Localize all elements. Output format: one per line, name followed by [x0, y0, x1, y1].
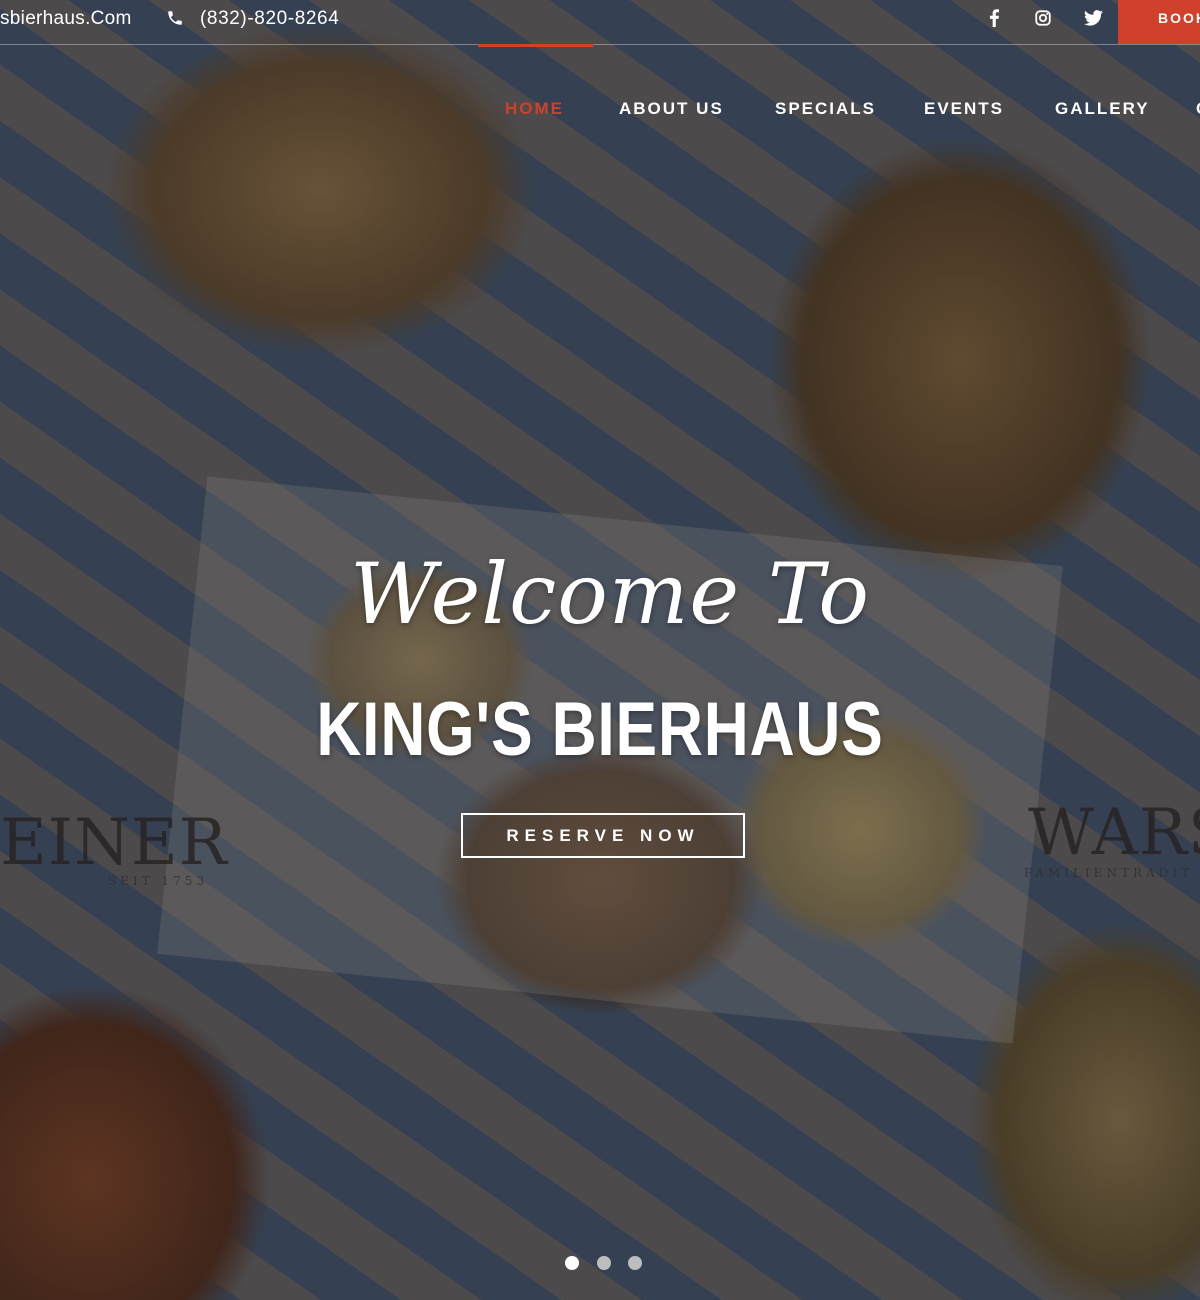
- nav-item-home[interactable]: HOME: [505, 99, 564, 119]
- carousel-dot-1[interactable]: [565, 1256, 579, 1270]
- phone-number[interactable]: (832)-820-8264: [200, 8, 339, 30]
- welcome-heading: Welcome To: [350, 545, 870, 643]
- main-nav: HOME ABOUT US SPECIALS EVENTS GALLERY C: [0, 99, 1200, 123]
- carousel-dot-2[interactable]: [597, 1256, 611, 1270]
- site-url[interactable]: sbierhaus.Com: [0, 8, 132, 30]
- instagram-icon[interactable]: [1033, 8, 1053, 28]
- nav-item-overflow[interactable]: C: [1196, 99, 1200, 119]
- hero-section: EINER SEIT 1753 WARS FAMILIENTRADIT sbie…: [0, 0, 1200, 1300]
- bg-brand-right: WARS: [1028, 796, 1200, 870]
- carousel-dot-3[interactable]: [628, 1256, 642, 1270]
- top-bar: sbierhaus.Com (832)-820-8264 BOOK: [0, 0, 1200, 45]
- reserve-now-button[interactable]: RESERVE NOW: [461, 813, 745, 858]
- nav-item-about-us[interactable]: ABOUT US: [619, 99, 724, 119]
- nav-item-gallery[interactable]: GALLERY: [1055, 99, 1150, 119]
- bg-brand-right-sub: FAMILIENTRADIT: [1024, 866, 1194, 880]
- active-nav-indicator: [478, 44, 593, 47]
- nav-item-events[interactable]: EVENTS: [924, 99, 1004, 119]
- restaurant-title: KING'S BIERHAUS: [316, 687, 884, 772]
- phone-icon: [166, 9, 184, 27]
- twitter-icon[interactable]: [1083, 8, 1103, 28]
- nav-item-specials[interactable]: SPECIALS: [775, 99, 876, 119]
- hero-dark-overlay: [0, 0, 1200, 1300]
- facebook-icon[interactable]: [984, 8, 1004, 28]
- bg-brand-left-sub: SEIT 1753: [108, 874, 209, 888]
- book-button[interactable]: BOOK: [1118, 0, 1200, 44]
- bg-brand-left: EINER: [0, 806, 228, 880]
